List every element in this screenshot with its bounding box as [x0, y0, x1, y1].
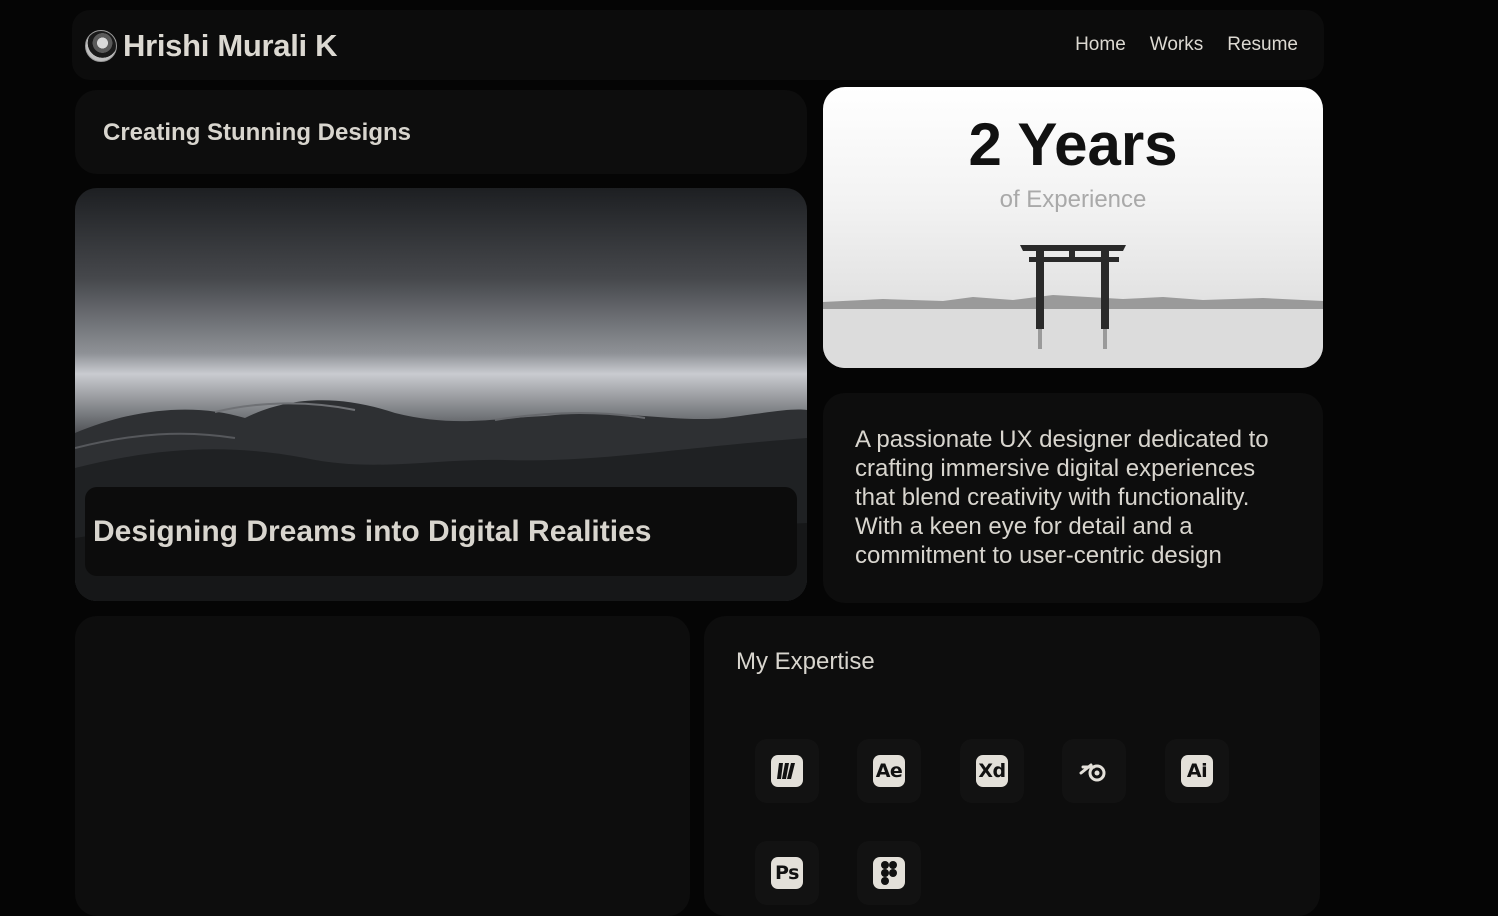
- illustrator-icon: Ai: [1181, 755, 1213, 787]
- tool-blender[interactable]: [1062, 739, 1126, 803]
- hero-caption: Designing Dreams into Digital Realities: [85, 487, 797, 576]
- figma-icon: [873, 857, 905, 889]
- brand[interactable]: Hrishi Murali K: [85, 28, 338, 64]
- experience-card: 2 Years of Experience: [823, 87, 1323, 368]
- top-navbar: Hrishi Murali K Home Works Resume: [72, 10, 1324, 80]
- about-card: A passionate UX designer dedicated to cr…: [823, 393, 1323, 603]
- experience-label: of Experience: [999, 186, 1147, 213]
- expertise-card: My Expertise Ae Xd Ai Ps: [704, 616, 1320, 916]
- avatar: [85, 30, 117, 62]
- nav-links: Home Works Resume: [1075, 34, 1298, 56]
- about-text: A passionate UX designer dedicated to cr…: [855, 426, 1269, 569]
- tool-photoshop[interactable]: Ps: [755, 841, 819, 905]
- blender-icon: [1078, 755, 1110, 787]
- nav-resume-link[interactable]: Resume: [1227, 34, 1298, 56]
- brand-name: Hrishi Murali K: [123, 28, 338, 63]
- expertise-title: My Expertise: [736, 648, 875, 675]
- hero-title: Designing Dreams into Digital Realities: [93, 515, 652, 548]
- nav-home-link[interactable]: Home: [1075, 34, 1126, 56]
- tool-after-effects[interactable]: Ae: [857, 739, 921, 803]
- adobe-xd-icon: Xd: [976, 755, 1008, 787]
- hero-card: Designing Dreams into Digital Realities: [75, 188, 807, 601]
- tagline-text: Creating Stunning Designs: [103, 119, 412, 146]
- experience-value: 2 Years: [968, 111, 1178, 178]
- tool-illustrator[interactable]: Ai: [1165, 739, 1229, 803]
- photoshop-icon: Ps: [771, 857, 803, 889]
- tagline-card: Creating Stunning Designs: [75, 90, 807, 174]
- tool-miro[interactable]: [755, 739, 819, 803]
- empty-card: [75, 616, 690, 916]
- tool-adobe-xd[interactable]: Xd: [960, 739, 1024, 803]
- tool-figma[interactable]: [857, 841, 921, 905]
- nav-works-link[interactable]: Works: [1150, 34, 1203, 56]
- torii-gate-image: [823, 245, 1323, 368]
- miro-icon: [771, 755, 803, 787]
- after-effects-icon: Ae: [873, 755, 905, 787]
